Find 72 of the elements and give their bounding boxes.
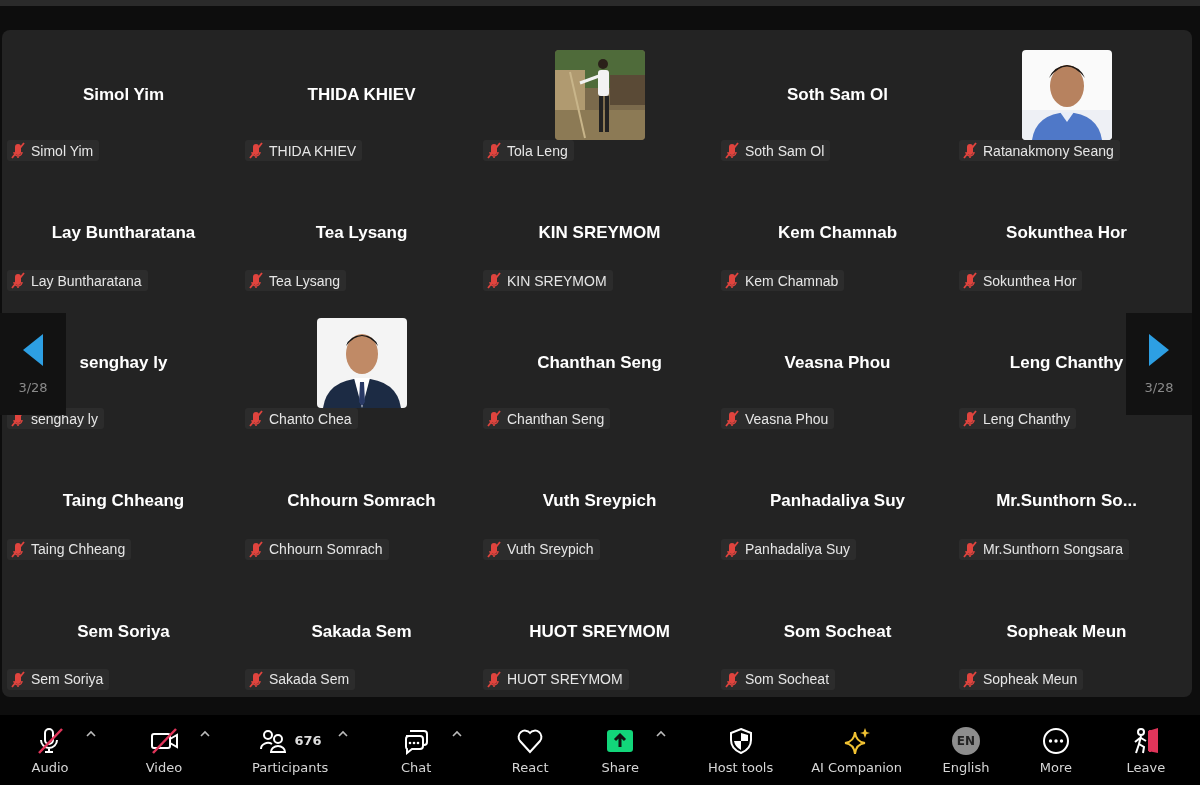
name-tag: Taing Chheang <box>7 538 132 560</box>
name-tag: Veasna Phou <box>721 408 835 430</box>
caret-icon <box>656 729 667 738</box>
participant-count: 676 <box>294 733 322 748</box>
name-tag: Tea Lysang <box>245 270 347 292</box>
participant-name: Vuth Sreypich <box>542 491 657 512</box>
sparkle-icon <box>842 726 871 755</box>
caret-icon <box>452 729 463 738</box>
host-tools-button[interactable]: Host tools <box>706 723 776 777</box>
video-button[interactable]: Video <box>135 723 192 777</box>
right-arrow-icon <box>1149 333 1169 366</box>
more-icon <box>1041 726 1070 755</box>
name-tag: Sopheak Meun <box>959 669 1084 690</box>
participant-name: Sokunthea Hor <box>1006 223 1127 243</box>
participant-name: Lay Buntharatana <box>51 223 196 243</box>
page-count: 3/28 <box>18 379 48 395</box>
participant-name: HUOT SREYMOM <box>529 621 670 642</box>
participant-name: Panhadaliya Suy <box>769 491 906 512</box>
ai-companion-button[interactable]: AI Companion <box>809 723 904 777</box>
name-tag: Mr.Sunthorn Songsara <box>959 538 1130 560</box>
participant-name: Simol Yim <box>82 85 165 105</box>
participant-name: Sakada Sem <box>311 621 412 642</box>
leave-button[interactable]: Leave <box>1117 723 1174 777</box>
name-tag: Tola Leng <box>483 140 574 161</box>
page-count: 3/28 <box>1144 379 1174 395</box>
participant-name: Chanthan Seng <box>537 353 662 374</box>
caret-icon <box>86 729 96 738</box>
chat-button[interactable]: Chat <box>388 723 445 777</box>
participant-name: Kem Chamnab <box>778 223 897 243</box>
name-tag: Chanthan Seng <box>483 408 611 430</box>
name-tag: Vuth Sreypich <box>483 538 600 560</box>
name-tag: Simol Yim <box>7 140 100 161</box>
share-button[interactable]: Share <box>592 723 649 777</box>
name-tag: KIN SREYMOM <box>483 270 613 292</box>
language-badge: EN <box>951 726 980 755</box>
name-tag: Ratanakmony Seang <box>959 140 1120 161</box>
name-tag: Sokunthea Hor <box>959 270 1083 292</box>
page-nav-right[interactable]: 3/28 <box>1126 313 1192 415</box>
participant-name: THIDA KHIEV <box>307 85 416 105</box>
participant-name: Taing Chheang <box>62 491 185 512</box>
name-tag: Kem Chamnab <box>721 270 845 292</box>
caret-icon <box>199 729 210 738</box>
more-button[interactable]: More <box>1027 723 1084 777</box>
participant-name: KIN SREYMOM <box>538 223 661 243</box>
participant-name: Chhourn Somrach <box>287 491 436 512</box>
name-tag: Panhadaliya Suy <box>721 538 857 560</box>
name-tag: Lay Buntharatana <box>7 270 148 292</box>
language-button[interactable]: EN English <box>937 723 994 777</box>
name-tag: Chanto Chea <box>245 408 358 430</box>
participant-name: Som Socheat <box>783 621 892 642</box>
name-tag: Sakada Sem <box>245 669 356 690</box>
participant-name: Leng Chanthy <box>1009 353 1124 374</box>
name-tag: HUOT SREYMOM <box>483 669 629 690</box>
participant-name: Mr.Sunthorn So... <box>996 491 1137 512</box>
participant-name: Sopheak Meun <box>1006 621 1127 642</box>
left-arrow-icon <box>23 333 43 366</box>
name-tag: Leng Chanthy <box>959 408 1077 430</box>
participant-name: Sem Soriya <box>77 621 170 642</box>
participant-name: senghay ly <box>79 353 168 374</box>
name-tag: Chhourn Somrach <box>245 538 389 560</box>
name-tag: THIDA KHIEV <box>245 140 363 161</box>
participant-name: Soth Sam Ol <box>786 85 889 105</box>
name-tag: Soth Sam Ol <box>721 140 831 161</box>
audio-button[interactable]: Audio <box>22 723 78 777</box>
participant-name: Tea Lysang <box>315 223 408 243</box>
participant-name: Veasna Phou <box>784 353 891 374</box>
name-tag: Som Socheat <box>721 669 836 690</box>
participants-button[interactable]: 676 Participants <box>249 723 331 777</box>
react-button[interactable]: React <box>502 723 559 777</box>
page-nav-left[interactable]: 3/28 <box>0 313 66 415</box>
caret-icon <box>338 729 349 738</box>
name-tag: Sem Soriya <box>7 669 110 690</box>
